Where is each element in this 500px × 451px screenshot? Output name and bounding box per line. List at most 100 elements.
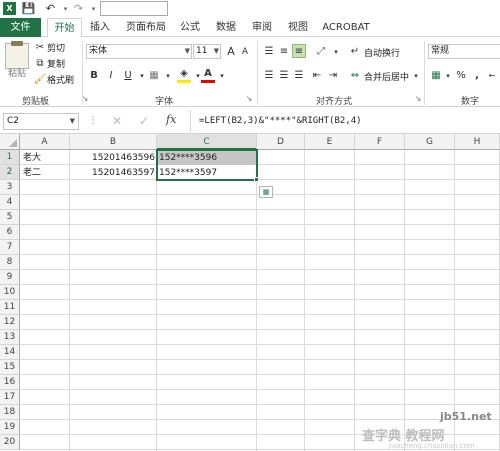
underline-button[interactable]: U xyxy=(121,68,135,82)
chevron-down-icon[interactable]: ▾ xyxy=(161,69,175,83)
cell-b1[interactable]: 15201463596 xyxy=(71,151,156,166)
tab-home[interactable]: 开始 xyxy=(47,18,82,38)
bold-button[interactable]: B xyxy=(87,68,101,82)
row-header-7[interactable]: 7 xyxy=(0,240,20,255)
cell-c2[interactable]: 152****3597 xyxy=(159,166,256,181)
row-header-11[interactable]: 11 xyxy=(0,300,20,315)
dialog-launcher-icon[interactable]: ↘ xyxy=(242,91,256,105)
decrease-indent-icon[interactable]: ⇤ xyxy=(310,68,324,82)
row-header-1[interactable]: 1 xyxy=(0,150,20,165)
copy-button[interactable]: 复制 xyxy=(47,57,65,70)
tab-formulas[interactable]: 公式 xyxy=(174,18,206,37)
font-size-combo[interactable]: 11 ▼ xyxy=(193,44,221,59)
align-top-icon[interactable]: ☰ xyxy=(262,44,276,58)
row-header-2[interactable]: 2 xyxy=(0,165,20,180)
align-middle-icon[interactable]: ≡ xyxy=(277,44,291,58)
cut-icon[interactable]: ✂ xyxy=(33,40,47,54)
cell-b2[interactable]: 15201463597 xyxy=(71,166,156,181)
insert-function-button[interactable]: fx xyxy=(166,113,176,126)
chevron-down-icon[interactable]: ▾ xyxy=(215,69,229,83)
shrink-font-button[interactable]: A xyxy=(238,45,252,59)
copy-icon[interactable]: ⧉ xyxy=(33,56,47,70)
row-header-3[interactable]: 3 xyxy=(0,180,20,195)
column-header-a[interactable]: A xyxy=(20,134,70,150)
cancel-icon[interactable]: ✕ xyxy=(112,114,122,128)
chevron-down-icon[interactable]: ▾ xyxy=(441,69,455,83)
row-header-17[interactable]: 17 xyxy=(0,390,20,405)
cell-c1[interactable]: 152****3596 xyxy=(159,151,256,166)
undo-icon[interactable]: ↶ xyxy=(44,2,57,15)
qat-customize-icon[interactable]: ▾ xyxy=(87,2,100,15)
tab-review[interactable]: 审阅 xyxy=(246,18,278,37)
chevron-down-icon[interactable]: ▾ xyxy=(409,69,423,83)
dialog-launcher-icon[interactable]: ↘ xyxy=(411,91,425,105)
align-center-icon[interactable]: ☰ xyxy=(277,68,291,82)
merge-icon[interactable]: ⇔ xyxy=(348,68,362,82)
undo-dropdown-icon[interactable]: ▾ xyxy=(59,2,72,15)
row-header-5[interactable]: 5 xyxy=(0,210,20,225)
column-header-f[interactable]: F xyxy=(355,134,405,150)
row-header-16[interactable]: 16 xyxy=(0,375,20,390)
tab-acrobat[interactable]: ACROBAT xyxy=(318,18,374,37)
tab-insert[interactable]: 插入 xyxy=(84,18,116,37)
tab-view[interactable]: 视图 xyxy=(282,18,314,37)
merge-center-button[interactable]: 合并后居中 xyxy=(364,70,409,83)
increase-indent-icon[interactable]: ⇥ xyxy=(326,68,340,82)
align-left-icon[interactable]: ☰ xyxy=(262,68,276,82)
name-box[interactable]: C2 ▼ xyxy=(3,113,79,130)
orientation-icon[interactable]: ⤢ xyxy=(314,44,328,58)
row-header-13[interactable]: 13 xyxy=(0,330,20,345)
format-painter-button[interactable]: 格式刷 xyxy=(47,73,74,86)
flash-fill-options-icon[interactable]: ▦ xyxy=(259,186,273,198)
column-header-b[interactable]: B xyxy=(70,134,157,150)
row-header-4[interactable]: 4 xyxy=(0,195,20,210)
format-painter-icon[interactable]: 🖌 xyxy=(33,72,47,86)
qat-search-box[interactable] xyxy=(100,1,168,16)
column-header-h[interactable]: H xyxy=(455,134,500,150)
fill-color-icon[interactable]: ◈ xyxy=(177,67,191,83)
enter-icon[interactable]: ✓ xyxy=(139,114,149,128)
redo-icon[interactable]: ↷ xyxy=(72,2,85,15)
row-header-12[interactable]: 12 xyxy=(0,315,20,330)
select-all-corner[interactable] xyxy=(0,134,20,150)
borders-icon[interactable]: ▦ xyxy=(147,68,161,82)
formula-input[interactable]: =LEFT(B2,3)&"****"&RIGHT(B2,4) xyxy=(196,113,500,130)
column-header-g[interactable]: G xyxy=(405,134,455,150)
save-icon[interactable]: 💾 xyxy=(22,2,36,15)
row-header-9[interactable]: 9 xyxy=(0,270,20,285)
comma-button[interactable]: , xyxy=(470,68,484,82)
percent-button[interactable]: % xyxy=(454,68,468,82)
row-header-19[interactable]: 19 xyxy=(0,420,20,435)
column-header-d[interactable]: D xyxy=(257,134,305,150)
row-header-14[interactable]: 14 xyxy=(0,345,20,360)
tab-file[interactable]: 文件 xyxy=(0,18,41,37)
font-color-icon[interactable]: A xyxy=(201,67,215,83)
font-name-combo[interactable]: 宋体 ▼ xyxy=(86,44,192,59)
row-header-6[interactable]: 6 xyxy=(0,225,20,240)
column-header-c[interactable]: C xyxy=(157,134,257,150)
cut-button[interactable]: 剪切 xyxy=(47,41,65,54)
chevron-down-icon[interactable]: ▾ xyxy=(329,45,343,59)
increase-decimal-icon[interactable]: ← xyxy=(485,68,499,82)
row-header-8[interactable]: 8 xyxy=(0,255,20,270)
grow-font-button[interactable]: A xyxy=(224,44,238,58)
align-right-icon[interactable]: ☰ xyxy=(292,68,306,82)
row-header-20[interactable]: 20 xyxy=(0,435,20,450)
row-header-10[interactable]: 10 xyxy=(0,285,20,300)
wrap-text-button[interactable]: 自动换行 xyxy=(364,46,400,59)
paste-button[interactable]: 粘贴 xyxy=(8,66,26,79)
cell-a1[interactable]: 老大 xyxy=(23,151,70,166)
row-header-18[interactable]: 18 xyxy=(0,405,20,420)
italic-button[interactable]: I xyxy=(104,68,118,82)
spreadsheet-grid[interactable]: ABCDEFGH 1 2 3 4 5 6 7 8 9 10 11 12 13 14 15 16 17 18 19 20… xyxy=(0,134,500,451)
tab-page-layout[interactable]: 页面布局 xyxy=(120,18,172,37)
chevron-down-icon[interactable]: ▼ xyxy=(70,114,75,129)
tab-data[interactable]: 数据 xyxy=(210,18,242,37)
align-bottom-icon[interactable]: ≡ xyxy=(292,44,306,58)
column-header-e[interactable]: E xyxy=(305,134,355,150)
number-format-combo[interactable]: 常规 xyxy=(428,44,500,59)
wrap-text-icon[interactable]: ↵ xyxy=(348,44,362,58)
row-header-15[interactable]: 15 xyxy=(0,360,20,375)
cell-a2[interactable]: 老二 xyxy=(23,166,70,181)
dialog-launcher-icon[interactable]: ↘ xyxy=(78,91,92,105)
